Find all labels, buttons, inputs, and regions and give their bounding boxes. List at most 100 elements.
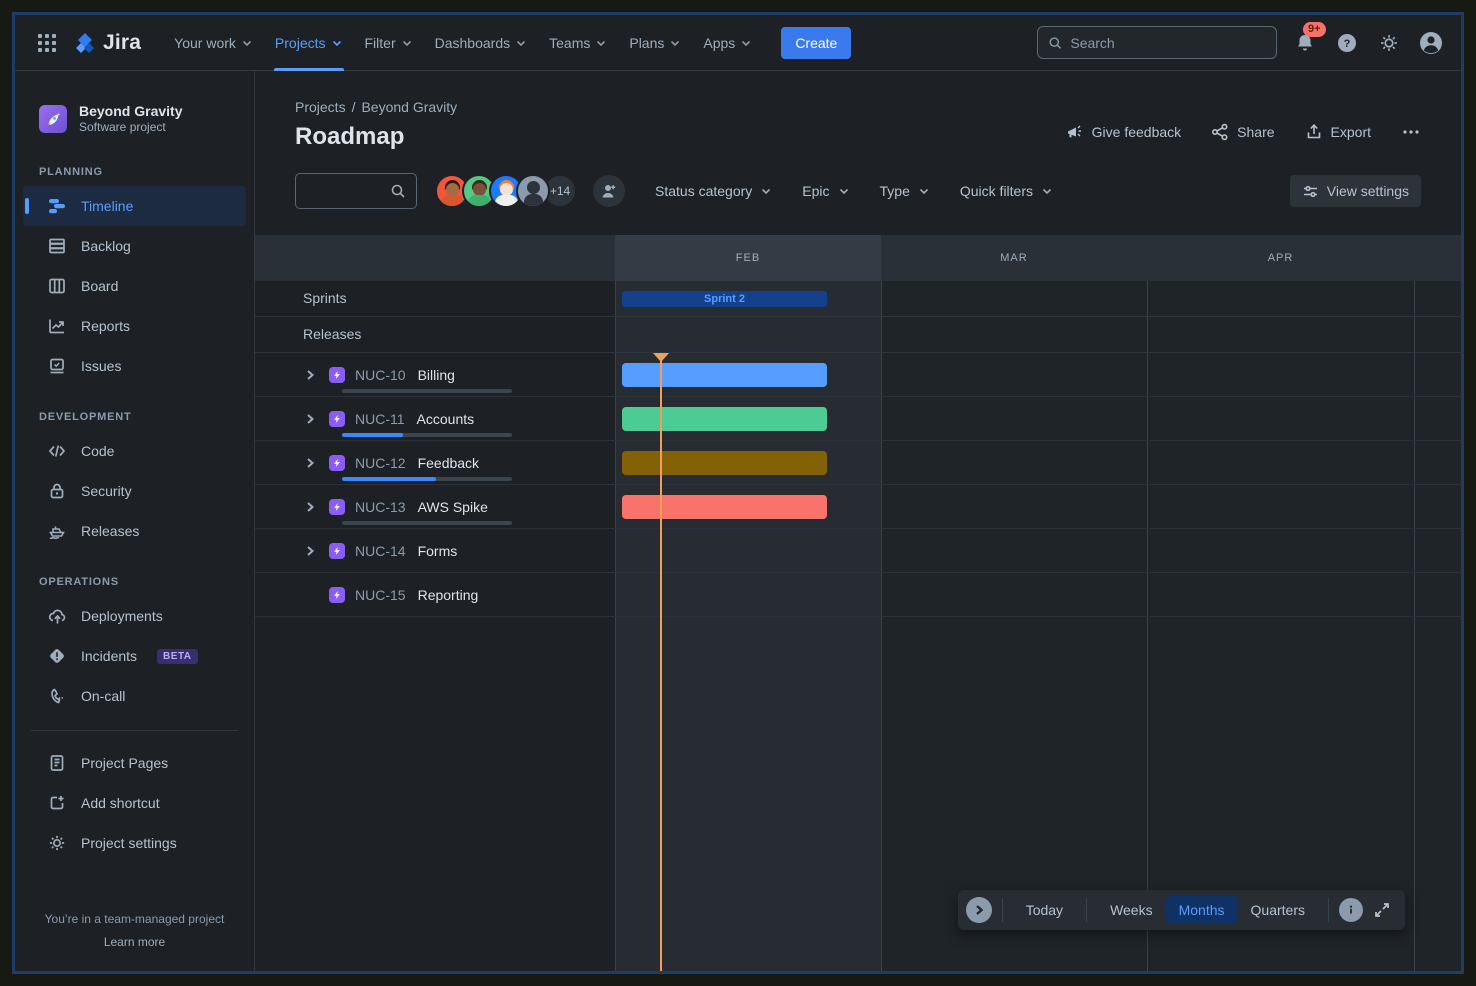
- month-label-feb: FEB: [615, 235, 881, 281]
- divider: [1086, 898, 1087, 922]
- epic-row-nuc-10[interactable]: NUC-10 Billing: [255, 353, 1461, 397]
- profile-avatar[interactable]: [1417, 29, 1445, 57]
- create-button[interactable]: Create: [781, 27, 851, 59]
- add-people-button[interactable]: [593, 175, 625, 207]
- chevron-down-icon: [595, 37, 607, 49]
- zoom-option-quarters[interactable]: Quarters: [1238, 896, 1318, 924]
- jira-logo[interactable]: Jira: [73, 31, 141, 55]
- project-header-text: Beyond Gravity Software project: [79, 103, 182, 135]
- share-button[interactable]: Share: [1211, 123, 1274, 141]
- epic-bar-billing[interactable]: [622, 363, 827, 387]
- today-button[interactable]: Today: [1013, 896, 1076, 924]
- sidebar-item-add-shortcut[interactable]: Add shortcut: [23, 783, 246, 823]
- security-lock-icon: [47, 481, 67, 501]
- search-icon: [390, 183, 406, 199]
- app-switcher-icon[interactable]: [31, 27, 63, 59]
- sidebar-item-timeline[interactable]: Timeline: [23, 186, 246, 226]
- type-filter[interactable]: Type: [880, 183, 930, 199]
- project-sidebar: Beyond Gravity Software project PLANNING…: [15, 71, 255, 971]
- help-icon[interactable]: ?: [1333, 29, 1361, 57]
- expand-chevron-icon[interactable]: [303, 411, 319, 427]
- notifications-bell-icon[interactable]: 9+: [1291, 29, 1319, 57]
- releases-row-label: Releases: [255, 317, 1461, 352]
- give-feedback-button[interactable]: Give feedback: [1066, 123, 1182, 141]
- ellipsis-icon: [1401, 123, 1421, 141]
- expand-chevron-icon[interactable]: [303, 543, 319, 559]
- epic-row-nuc-14[interactable]: NUC-14 Forms: [255, 529, 1461, 573]
- epic-row-nuc-15[interactable]: NUC-15 Reporting: [255, 573, 1461, 617]
- sidebar-item-board[interactable]: Board: [23, 266, 246, 306]
- epic-filter[interactable]: Epic: [802, 183, 849, 199]
- navbar-left: Jira Your work Projects Filter Dashboard…: [31, 15, 851, 71]
- sprints-row: Sprints Sprint 2: [255, 281, 1461, 317]
- sidebar-item-project-settings[interactable]: Project settings: [23, 823, 246, 863]
- sidebar-item-on-call[interactable]: On-call: [23, 676, 246, 716]
- export-icon: [1305, 123, 1323, 141]
- sidebar-item-security[interactable]: Security: [23, 471, 246, 511]
- epic-progress-track: [342, 433, 512, 437]
- sidebar-item-code[interactable]: Code: [23, 431, 246, 471]
- global-search[interactable]: [1037, 26, 1277, 59]
- export-button[interactable]: Export: [1305, 123, 1371, 141]
- settings-gear-icon[interactable]: [1375, 29, 1403, 57]
- chevron-down-icon: [241, 37, 253, 49]
- nav-item-apps[interactable]: Apps: [692, 15, 763, 71]
- sprint-bar[interactable]: Sprint 2: [622, 291, 827, 307]
- scroll-right-button[interactable]: [966, 897, 992, 923]
- sidebar-item-reports[interactable]: Reports: [23, 306, 246, 346]
- epic-bar-feedback[interactable]: [622, 451, 827, 475]
- chevron-down-icon: [740, 37, 752, 49]
- status-category-filter[interactable]: Status category: [655, 183, 772, 199]
- epic-title: Forms: [418, 543, 458, 559]
- expand-chevron-icon[interactable]: [303, 455, 319, 471]
- search-icon: [1048, 35, 1062, 51]
- epic-row-nuc-13[interactable]: NUC-13 AWS Spike: [255, 485, 1461, 529]
- epic-title: Billing: [418, 367, 455, 383]
- sidebar-item-backlog[interactable]: Backlog: [23, 226, 246, 266]
- releases-row: Releases: [255, 317, 1461, 353]
- global-search-input[interactable]: [1070, 35, 1266, 51]
- chevron-down-icon: [918, 185, 930, 197]
- timeline-icon: [47, 196, 67, 216]
- info-icon: [1345, 904, 1357, 916]
- nav-item-teams[interactable]: Teams: [538, 15, 618, 71]
- expand-chevron-icon[interactable]: [303, 367, 319, 383]
- epic-key: NUC-15: [355, 587, 406, 603]
- sidebar-item-incidents[interactable]: Incidents BETA: [23, 636, 246, 676]
- fullscreen-button[interactable]: [1373, 901, 1391, 919]
- sidebar-item-issues[interactable]: Issues: [23, 346, 246, 386]
- info-button[interactable]: [1339, 898, 1363, 922]
- epic-key: NUC-13: [355, 499, 406, 515]
- section-label-planning: PLANNING: [39, 166, 254, 178]
- nav-item-filter[interactable]: Filter: [354, 15, 424, 71]
- epic-row-nuc-12[interactable]: NUC-12 Feedback: [255, 441, 1461, 485]
- view-settings-button[interactable]: View settings: [1290, 175, 1421, 207]
- epic-bar-accounts[interactable]: [622, 407, 827, 431]
- project-avatar-rocket-icon: [39, 105, 67, 133]
- zoom-option-months[interactable]: Months: [1166, 896, 1238, 924]
- nav-item-your-work[interactable]: Your work: [163, 15, 264, 71]
- logo-text: Jira: [103, 31, 141, 55]
- sidebar-item-releases[interactable]: Releases: [23, 511, 246, 551]
- epic-icon: [329, 543, 345, 559]
- expand-chevron-icon[interactable]: [303, 499, 319, 515]
- learn-more-link[interactable]: Learn more: [31, 935, 238, 949]
- beta-badge: BETA: [157, 649, 197, 664]
- project-header[interactable]: Beyond Gravity Software project: [15, 97, 254, 141]
- nav-item-projects[interactable]: Projects: [264, 15, 354, 71]
- breadcrumb-project-name[interactable]: Beyond Gravity: [361, 99, 457, 115]
- avatar-4[interactable]: [516, 174, 550, 208]
- quick-filters[interactable]: Quick filters: [960, 183, 1053, 199]
- epic-bar-aws-spike[interactable]: [622, 495, 827, 519]
- epic-row-nuc-11[interactable]: NUC-11 Accounts: [255, 397, 1461, 441]
- zoom-option-weeks[interactable]: Weeks: [1097, 896, 1166, 924]
- sliders-icon: [1302, 183, 1319, 200]
- breadcrumb-projects[interactable]: Projects: [295, 99, 346, 115]
- nav-item-plans[interactable]: Plans: [618, 15, 692, 71]
- sidebar-item-project-pages[interactable]: Project Pages: [23, 743, 246, 783]
- timeline-search-field[interactable]: [295, 173, 417, 209]
- more-actions-button[interactable]: [1401, 123, 1421, 141]
- sidebar-item-deployments[interactable]: Deployments: [23, 596, 246, 636]
- nav-item-dashboards[interactable]: Dashboards: [424, 15, 539, 71]
- main-content: Projects / Beyond Gravity Roadmap Give f…: [255, 71, 1461, 971]
